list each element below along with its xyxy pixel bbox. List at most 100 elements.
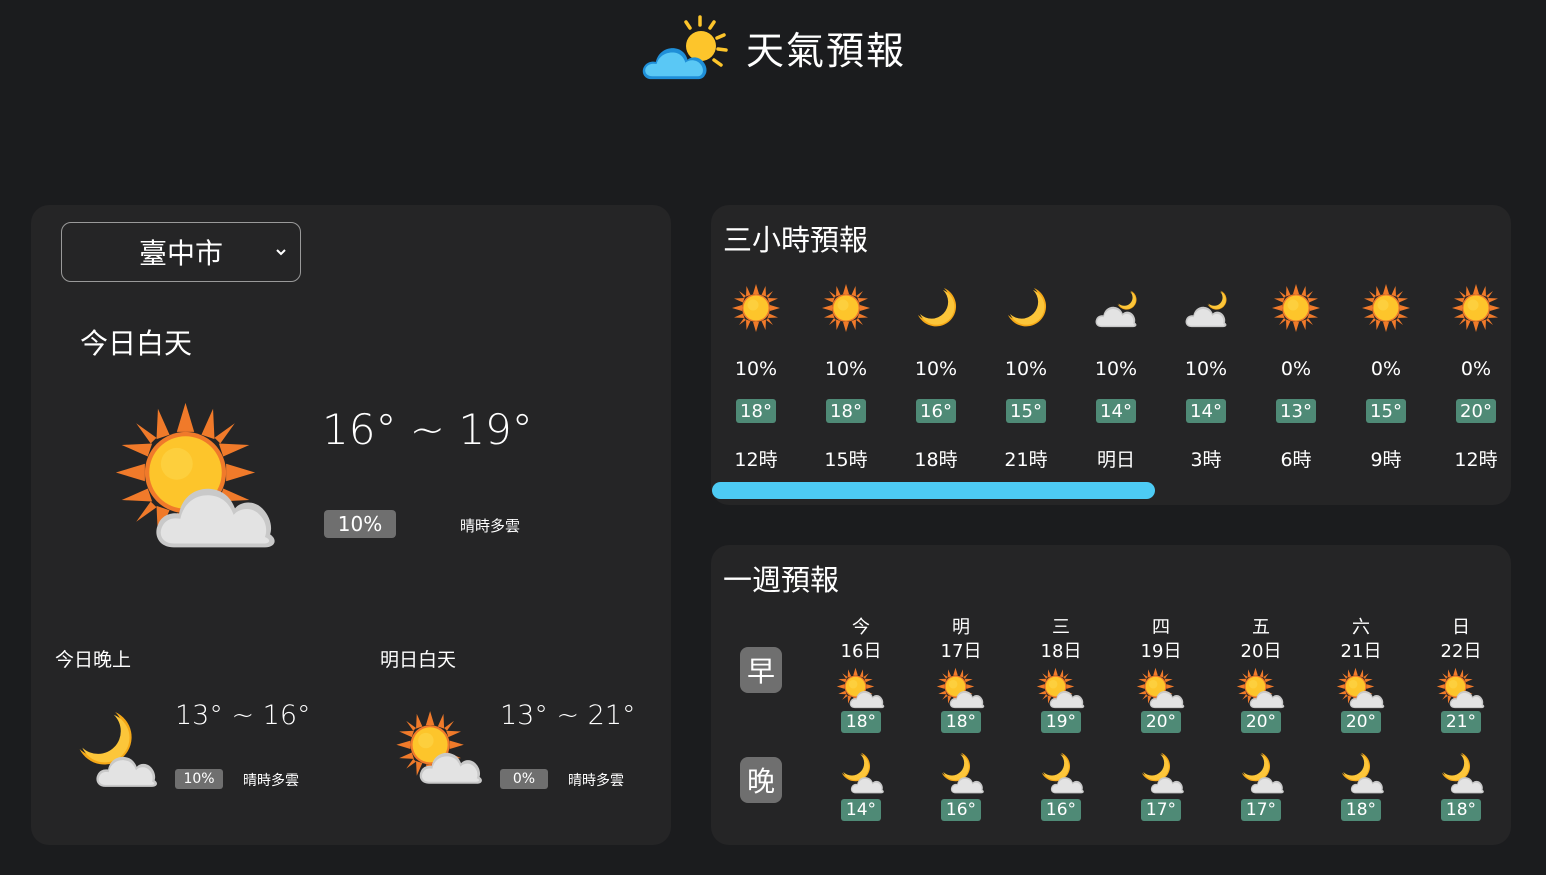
weekly-day-temp-tag: 20° bbox=[1341, 711, 1381, 733]
weekly-day-temp-tag: 21° bbox=[1441, 711, 1481, 733]
weekly-day-column: 日 22日 21° 18° bbox=[1411, 613, 1511, 823]
hourly-item: 0% 15° 9時 bbox=[1341, 283, 1431, 483]
hourly-item: 10% 16° 18時 bbox=[891, 283, 981, 483]
horizontal-scrollbar[interactable] bbox=[712, 482, 1155, 499]
weekly-day-date: 16日 bbox=[840, 641, 882, 662]
moon-behind-cloud-icon bbox=[1136, 749, 1186, 795]
weekly-day-name: 六 bbox=[1352, 617, 1370, 638]
weekly-day-date: 18日 bbox=[1040, 641, 1082, 662]
hourly-forecast-card: 三小時預報 10% 18° 12時 10% 18° 15時 10% 16° 18時 10% 15° 2… bbox=[711, 205, 1511, 505]
weekly-day-date: 20日 bbox=[1240, 641, 1282, 662]
hourly-time: 12時 bbox=[1454, 449, 1498, 471]
today-pop-badge: 10% bbox=[324, 510, 396, 538]
weekly-day-column: 明 17日 18° 16° bbox=[911, 613, 1011, 823]
weekly-day-column: 今 16日 18° 14° bbox=[811, 613, 911, 823]
hourly-temp-tag: 14° bbox=[1186, 399, 1226, 423]
hourly-temp-tag: 14° bbox=[1096, 399, 1136, 423]
hourly-pop: 10% bbox=[1094, 358, 1138, 380]
app-title: 天氣預報 bbox=[745, 29, 906, 73]
hourly-item: 10% 14° 明日 bbox=[1071, 283, 1161, 483]
weekly-day-date: 21日 bbox=[1340, 641, 1382, 662]
moon-behind-cloud-icon bbox=[836, 749, 886, 795]
hourly-pop: 10% bbox=[734, 358, 778, 380]
hourly-pop: 0% bbox=[1460, 358, 1492, 380]
sun-behind-cloud-icon bbox=[1236, 667, 1286, 709]
hourly-item: 10% 15° 21時 bbox=[981, 283, 1071, 483]
hourly-forecast-title: 三小時預報 bbox=[723, 223, 869, 257]
weekly-day-temp-tag: 20° bbox=[1241, 711, 1281, 733]
hourly-pop: 10% bbox=[824, 358, 868, 380]
weekly-day-name: 今 bbox=[852, 617, 870, 638]
city-select[interactable]: 臺中市 bbox=[61, 222, 301, 282]
weekly-night-temp-tag: 18° bbox=[1341, 799, 1381, 821]
hourly-item: 0% 13° 6時 bbox=[1251, 283, 1341, 483]
hourly-item: 10% 18° 15時 bbox=[801, 283, 891, 483]
moon-behind-cloud-icon bbox=[1181, 283, 1231, 333]
tonight-forecast: 今日晚上 13° ~ 16° 10% 晴時多雲 bbox=[55, 645, 355, 805]
sun-behind-cloud-icon bbox=[1136, 667, 1186, 709]
tomorrow-temp-range: 13° ~ 21° bbox=[500, 700, 636, 731]
sun-icon bbox=[822, 284, 870, 332]
tonight-pop-badge: 10% bbox=[175, 769, 223, 789]
tomorrow-description: 晴時多雲 bbox=[568, 773, 624, 789]
hourly-temp-tag: 18° bbox=[736, 399, 776, 423]
nighttime-row-badge: 晚 bbox=[740, 757, 782, 803]
hourly-temp-tag: 18° bbox=[826, 399, 866, 423]
moon-behind-cloud-icon bbox=[70, 705, 160, 790]
hourly-pop: 10% bbox=[1184, 358, 1228, 380]
weekly-night-temp-tag: 17° bbox=[1241, 799, 1281, 821]
hourly-temp-tag: 13° bbox=[1276, 399, 1316, 423]
sun-behind-cloud-icon bbox=[395, 705, 485, 790]
weekly-day-name: 四 bbox=[1152, 617, 1170, 638]
weekly-day-column: 六 21日 20° 18° bbox=[1311, 613, 1411, 823]
today-card: 臺中市 今日白天 16° ~ 19° 10% 晴時多雲 今日晚上 13° ~ 1… bbox=[31, 205, 671, 845]
today-daytime-label: 今日白天 bbox=[80, 327, 193, 360]
tonight-label: 今日晚上 bbox=[55, 649, 132, 671]
weekly-day-column: 三 18日 19° 16° bbox=[1011, 613, 1111, 823]
weekly-day-temp-tag: 20° bbox=[1141, 711, 1181, 733]
sun-behind-cloud-icon bbox=[936, 667, 986, 709]
hourly-temp-tag: 15° bbox=[1366, 399, 1406, 423]
hourly-pop: 10% bbox=[1004, 358, 1048, 380]
hourly-time: 12時 bbox=[734, 449, 778, 471]
tonight-description: 晴時多雲 bbox=[243, 773, 299, 789]
moon-behind-cloud-icon bbox=[1336, 749, 1386, 795]
crescent-moon-icon bbox=[918, 288, 957, 327]
hourly-time: 明日 bbox=[1096, 449, 1135, 471]
sun-behind-cloud-icon bbox=[1036, 667, 1086, 709]
moon-behind-cloud-icon bbox=[1236, 749, 1286, 795]
hourly-item: 0% 20° 12時 bbox=[1431, 283, 1511, 483]
weekly-day-temp-tag: 18° bbox=[941, 711, 981, 733]
weekly-day-name: 五 bbox=[1252, 617, 1270, 638]
weekly-night-temp-tag: 17° bbox=[1141, 799, 1181, 821]
hourly-pop: 0% bbox=[1370, 358, 1402, 380]
weekly-night-temp-tag: 18° bbox=[1441, 799, 1481, 821]
app-header: 天氣預報 bbox=[0, 0, 1546, 95]
moon-behind-cloud-icon bbox=[1436, 749, 1486, 795]
weekly-forecast-card: 一週預報 早 晚 今 16日 18° 14° 明 17日 18° 16° 三 18日 19° 16° 四… bbox=[711, 545, 1511, 845]
weekly-day-name: 明 bbox=[952, 617, 970, 638]
weekly-day-name: 三 bbox=[1052, 617, 1070, 638]
sun-behind-cloud-icon bbox=[836, 667, 886, 709]
weekly-day-date: 17日 bbox=[940, 641, 982, 662]
weekly-day-date: 22日 bbox=[1440, 641, 1482, 662]
tomorrow-forecast: 明日白天 13° ~ 21° 0% 晴時多雲 bbox=[380, 645, 680, 805]
hourly-time: 15時 bbox=[824, 449, 868, 471]
weekly-forecast-title: 一週預報 bbox=[723, 563, 840, 597]
weekly-day-date: 19日 bbox=[1140, 641, 1182, 662]
daytime-row-badge: 早 bbox=[740, 647, 782, 693]
weekly-day-column: 五 20日 20° 17° bbox=[1211, 613, 1311, 823]
tonight-temp-range: 13° ~ 16° bbox=[175, 700, 311, 731]
hourly-time: 18時 bbox=[914, 449, 958, 471]
moon-behind-cloud-icon bbox=[1091, 283, 1141, 333]
weekly-day-temp-tag: 18° bbox=[841, 711, 881, 733]
tomorrow-label: 明日白天 bbox=[380, 649, 457, 671]
tomorrow-pop-badge: 0% bbox=[500, 769, 548, 789]
hourly-time: 9時 bbox=[1370, 449, 1402, 471]
sun-icon bbox=[1272, 284, 1320, 332]
hourly-pop: 10% bbox=[914, 358, 958, 380]
today-temp-range: 16° ~ 19° bbox=[322, 405, 533, 454]
sun-behind-cloud-icon bbox=[1336, 667, 1386, 709]
hourly-temp-tag: 15° bbox=[1006, 399, 1046, 423]
sun-behind-cloud-icon bbox=[115, 402, 275, 548]
